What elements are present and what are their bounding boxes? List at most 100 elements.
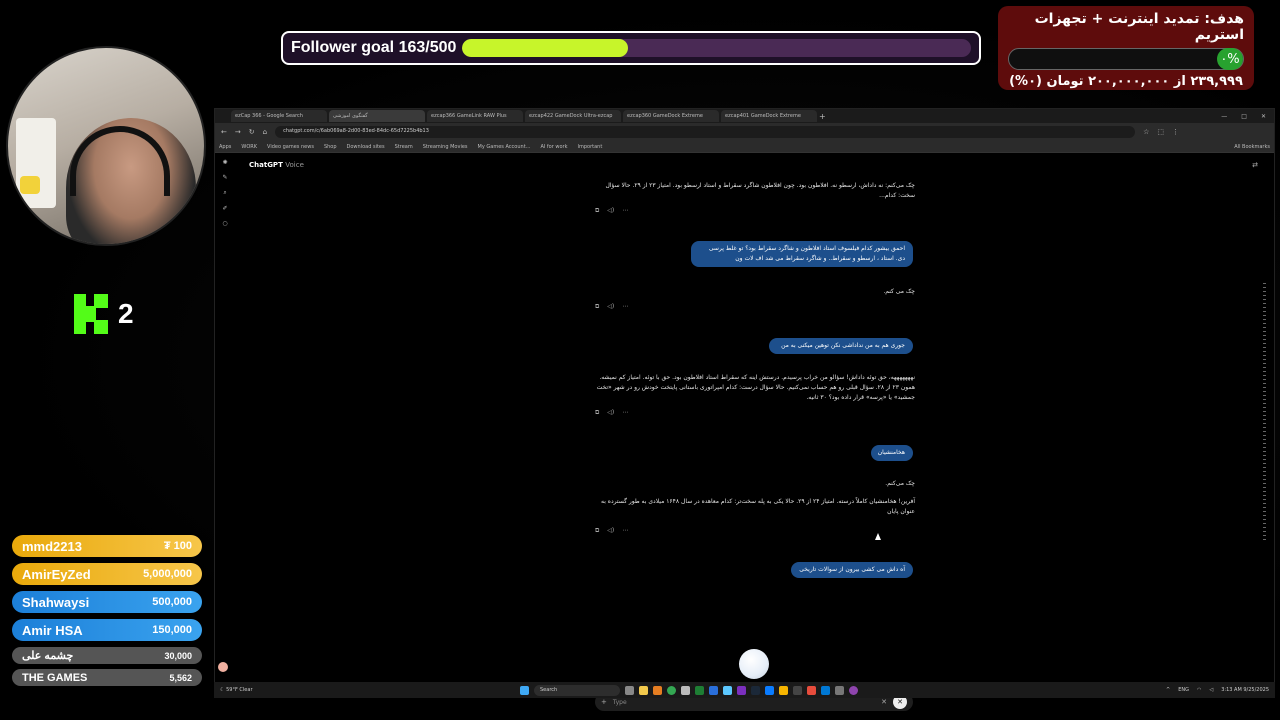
app-name: ChatGPT [249,161,283,169]
tab[interactable]: ezcap360 GameDock Extreme [623,110,719,122]
copy-icon[interactable]: ⧉ [595,303,599,311]
more-icon[interactable]: ⋯ [622,303,628,311]
new-chat-icon[interactable]: ✎ [222,174,227,181]
bookmark-item[interactable]: Apps [219,144,231,150]
leaderboard-row: mmd2213 ₮ 100 [12,535,202,557]
message-input[interactable]: Type [613,699,875,706]
mute-mic-icon[interactable]: ✕ [881,698,887,706]
voice-icon[interactable]: ◁) [607,207,614,215]
bookmark-item[interactable]: AI for work [540,144,567,150]
bookmark-item[interactable]: Streaming Movies [423,144,468,150]
forward-icon[interactable]: → [235,128,241,136]
attach-icon[interactable]: + [601,698,607,706]
app-icon[interactable] [681,685,690,695]
app-icon[interactable] [723,685,732,695]
obs-icon[interactable] [849,685,858,695]
voice-icon[interactable]: ◁) [607,409,614,417]
premiere-icon[interactable] [737,685,746,695]
tab-active[interactable]: گفتگوی اموزشی [329,110,425,122]
steam-icon[interactable] [751,685,760,695]
maximize-icon[interactable]: □ [1241,113,1247,120]
scrollbar[interactable] [1263,283,1266,543]
excel-icon[interactable] [695,685,704,695]
bookmark-item[interactable]: My Games Account... [478,144,531,150]
kick-viewers: 2 [74,294,134,334]
volume-icon[interactable]: ◁ [1209,687,1213,693]
donor-amount: 5,000,000 [143,568,192,580]
donation-goal-title: هدف: تمدید اینترنت + تجهزات استریم [1034,11,1244,43]
chatgpt-app: ✺ ✎ ⌕ ✐ ○ ChatGPT Voice ⇄ چک می‌کنم: نه … [215,153,1274,711]
chat-sidebar: ✺ ✎ ⌕ ✐ ○ [219,159,231,227]
leaderboard-row: AmirEyZed 5,000,000 [12,563,202,585]
edge-icon[interactable] [709,685,718,695]
voice-orb[interactable] [739,649,769,679]
bookmark-item[interactable]: Stream [395,144,413,150]
bookmark-item[interactable]: Shop [324,144,337,150]
start-icon[interactable] [520,685,529,695]
copy-icon[interactable]: ⧉ [595,409,599,417]
menu-icon[interactable]: ⋮ [1172,128,1179,136]
bookmark-item[interactable]: WORK [241,144,257,150]
assistant-message: چک می کنم. [883,288,915,295]
copy-icon[interactable]: ⧉ [595,527,599,535]
extensions-icon[interactable]: ⬚ [1157,128,1164,136]
taskbar-apps: Search [520,684,858,696]
voice-icon[interactable]: ◁) [607,303,614,311]
follower-goal-track [462,39,971,57]
app-icon[interactable] [821,685,830,695]
search-icon[interactable]: ⌕ [223,189,226,197]
app-icon[interactable] [807,685,816,695]
bookmarks-bar: Apps WORK Video games news Shop Download… [215,141,1274,153]
wifi-icon[interactable]: ◠ [1197,687,1201,693]
more-icon[interactable]: ⋯ [622,207,628,215]
app-icon[interactable] [779,685,788,695]
voice-icon[interactable]: ◁) [607,527,614,535]
tray-chevron-icon[interactable]: ^ [1166,687,1170,693]
bookmark-item[interactable]: Important [578,144,603,150]
back-icon[interactable]: ← [221,128,227,136]
settings-icon[interactable] [835,685,844,695]
bookmark-item[interactable]: Video games news [267,144,314,150]
all-bookmarks[interactable]: All Bookmarks [1234,144,1270,150]
home-icon[interactable]: ⌂ [263,128,267,136]
weather-widget[interactable]: ☾ 59°F Clear [220,687,270,693]
url-input[interactable]: chatgpt.com/c/6ab069a8-2d00-83ed-84dc-65… [275,126,1136,138]
clock[interactable]: 3:13 AM 9/25/2025 [1221,687,1269,693]
library-icon[interactable]: ✐ [222,205,227,212]
app-icon[interactable] [765,685,774,695]
app-icon[interactable] [793,685,802,695]
donation-goal-subtitle: ۲۳۹,۹۹۹ از ۲۰۰,۰۰۰,۰۰۰ تومان (۰%) [1009,74,1243,89]
tab[interactable]: ezcap422 GameDock Ultra-ezcap [525,110,621,122]
minimize-icon[interactable]: — [1221,113,1227,120]
sora-icon[interactable]: ○ [222,220,227,227]
bookmark-item[interactable]: Download sites [347,144,385,150]
donor-amount: ₮ 100 [163,540,192,552]
taskbar-search[interactable]: Search [534,684,620,696]
language-indicator[interactable]: ENG [1178,687,1189,693]
vlc-icon[interactable] [653,685,662,695]
assistant-message: چک می‌کنم. [885,480,915,487]
tab[interactable]: ezCap 366 - Google Search [231,110,327,122]
new-tab-button[interactable]: + [819,112,829,121]
more-icon[interactable]: ⋯ [622,527,628,535]
share-icon[interactable]: ⇄ [1252,161,1258,169]
tab[interactable]: ezcap366 GameLink RAW Plus [427,110,523,122]
bookmark-star-icon[interactable]: ☆ [1143,128,1149,136]
taskbar: ☾ 59°F Clear Search ^ ENG ◠ ◁ 3:13 AM 9/… [214,682,1275,698]
file-explorer-icon[interactable] [639,685,648,695]
reload-icon[interactable]: ↻ [249,128,255,136]
copy-icon[interactable]: ⧉ [595,207,599,215]
browser-window: ezCap 366 - Google Search گفتگوی اموزشی … [214,108,1275,711]
openai-logo-icon[interactable]: ✺ [222,159,227,166]
user-message: آه داش می کشی بیرون از سوالات تاریخی [791,562,913,578]
close-icon[interactable]: ✕ [1261,113,1266,120]
chrome-icon[interactable] [667,685,676,695]
tab[interactable]: ezcap401 GameDock Extreme [721,110,817,122]
shelf [16,118,56,208]
assistant-message: نهههههههه، حق توئه داداش! سؤالو من خراب … [596,374,915,401]
task-view-icon[interactable] [625,685,634,695]
more-icon[interactable]: ⋯ [622,409,628,417]
user-message: هخامنشیان [871,445,913,461]
assistant-message: چک می‌کنم: نه داداش، ارسطو نه. افلاطون ب… [605,182,915,199]
weather-text: Clear [239,687,253,693]
